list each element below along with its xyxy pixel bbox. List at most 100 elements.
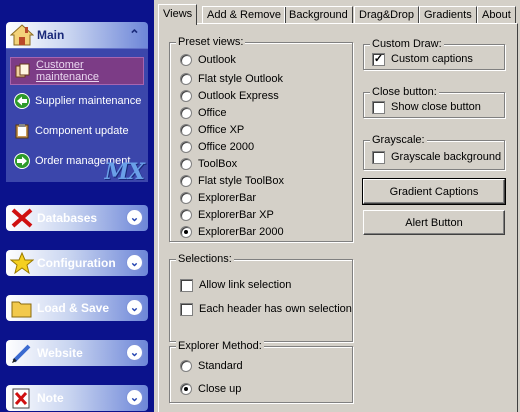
radio-explorerbar[interactable]: ExplorerBar bbox=[180, 191, 256, 205]
pen-icon bbox=[12, 344, 31, 363]
explorer-method-title: Explorer Method: bbox=[176, 340, 264, 353]
radio-close-up[interactable]: Close up bbox=[180, 382, 241, 396]
task-supplier-maintenance[interactable]: Supplier maintenance bbox=[10, 87, 144, 115]
checkbox-show-close-button[interactable]: Show close button bbox=[372, 100, 481, 114]
tab-background[interactable]: Background bbox=[284, 6, 353, 24]
panel-main-header[interactable]: Main ⌃ bbox=[6, 22, 148, 48]
radio-label: Outlook Express bbox=[198, 90, 279, 102]
checkbox-icon[interactable] bbox=[372, 100, 385, 114]
checkbox-custom-captions[interactable]: ✓ Custom captions bbox=[372, 52, 473, 66]
panel-website-header[interactable]: Website ⌄ bbox=[6, 340, 148, 366]
radio-flat-style-outlook[interactable]: Flat style Outlook bbox=[180, 72, 283, 86]
panel-note[interactable]: Note ⌄ bbox=[6, 385, 148, 411]
panel-load-save-title: Load & Save bbox=[37, 301, 110, 315]
radio-toolbox[interactable]: ToolBox bbox=[180, 157, 237, 171]
tab-add-remove[interactable]: Add & Remove bbox=[202, 6, 286, 24]
checkbox-label: Grayscale background bbox=[391, 151, 502, 163]
radio-label: ToolBox bbox=[198, 158, 238, 170]
alert-button[interactable]: Alert Button bbox=[363, 210, 505, 235]
panel-main-body: Customer maintenance Supplier maintenanc… bbox=[6, 48, 148, 185]
radio-office[interactable]: Office bbox=[180, 106, 227, 120]
radio-button-icon[interactable] bbox=[180, 141, 192, 153]
panel-load-save[interactable]: Load & Save ⌄ bbox=[6, 295, 148, 321]
panel-databases-header[interactable]: Databases ⌄ bbox=[6, 205, 148, 231]
checkbox-icon[interactable] bbox=[372, 150, 385, 164]
radio-button-selected-icon[interactable] bbox=[180, 383, 192, 395]
radio-button-icon[interactable] bbox=[180, 54, 192, 66]
folder-icon bbox=[11, 301, 32, 318]
radio-button-selected-icon[interactable] bbox=[180, 226, 192, 238]
radio-office-xp[interactable]: Office XP bbox=[180, 123, 244, 137]
panel-configuration-title: Configuration bbox=[37, 256, 116, 270]
close-button-title: Close button: bbox=[370, 86, 439, 99]
panel-main-title: Main bbox=[37, 28, 65, 42]
checkbox-each-header-own-selection[interactable]: Each header has own selection bbox=[180, 302, 352, 316]
checkbox-icon[interactable] bbox=[180, 278, 193, 292]
radio-button-icon[interactable] bbox=[180, 158, 192, 170]
panel-note-header[interactable]: Note ⌄ bbox=[6, 385, 148, 411]
radio-button-icon[interactable] bbox=[180, 124, 192, 136]
radio-button-icon[interactable] bbox=[180, 209, 192, 221]
custom-draw-group: Custom Draw: ✓ Custom captions bbox=[363, 38, 505, 70]
radio-explorerbar-xp[interactable]: ExplorerBar XP bbox=[180, 208, 274, 222]
chevron-down-icon[interactable]: ⌄ bbox=[126, 389, 143, 406]
radio-label: ExplorerBar bbox=[198, 192, 257, 204]
tab-gradients[interactable]: Gradients bbox=[419, 6, 477, 24]
green-arrow-right-icon bbox=[14, 153, 30, 169]
radio-label: Office XP bbox=[198, 124, 245, 136]
checkbox-icon[interactable] bbox=[180, 302, 193, 316]
task-label: Component update bbox=[35, 125, 129, 137]
explorer-sidebar: Main ⌃ Customer maintenance Supplier mai… bbox=[0, 0, 154, 412]
selections-group: Selections: Allow link selection Each he… bbox=[169, 253, 353, 342]
checkbox-grayscale-background[interactable]: Grayscale background bbox=[372, 150, 501, 164]
panel-website[interactable]: Website ⌄ bbox=[6, 340, 148, 366]
checkbox-label: Show close button bbox=[391, 101, 481, 113]
chevron-down-icon[interactable]: ⌄ bbox=[126, 344, 143, 361]
chevron-down-icon[interactable]: ⌄ bbox=[126, 299, 143, 316]
radio-button-icon[interactable] bbox=[180, 192, 192, 204]
task-label: Supplier maintenance bbox=[35, 95, 142, 107]
radio-office-2000[interactable]: Office 2000 bbox=[180, 140, 254, 154]
preset-views-group: Preset views: Outlook Flat style Outlook… bbox=[169, 36, 353, 242]
chevron-down-icon[interactable]: ⌄ bbox=[126, 209, 143, 226]
task-customer-maintenance[interactable]: Customer maintenance bbox=[10, 57, 144, 85]
red-x-icon bbox=[11, 208, 33, 228]
green-arrow-left-icon bbox=[14, 93, 30, 109]
radio-label: Office bbox=[198, 107, 227, 119]
radio-button-icon[interactable] bbox=[180, 73, 192, 85]
task-label: Customer maintenance bbox=[36, 59, 99, 83]
panel-configuration[interactable]: Configuration ⌄ bbox=[6, 250, 148, 276]
panel-website-title: Website bbox=[37, 346, 83, 360]
collapse-chevron-icon[interactable]: ⌃ bbox=[126, 26, 143, 43]
radio-standard[interactable]: Standard bbox=[180, 359, 243, 373]
tab-views[interactable]: Views bbox=[158, 4, 198, 25]
preset-views-title: Preset views: bbox=[176, 36, 246, 49]
panel-main: Main ⌃ Customer maintenance Supplier mai… bbox=[6, 22, 148, 185]
panel-configuration-header[interactable]: Configuration ⌄ bbox=[6, 250, 148, 276]
checkbox-allow-link-selection[interactable]: Allow link selection bbox=[180, 278, 291, 292]
task-component-update[interactable]: Component update bbox=[10, 117, 144, 145]
radio-outlook[interactable]: Outlook bbox=[180, 53, 236, 67]
note-x-icon bbox=[12, 388, 30, 409]
grayscale-group: Grayscale: Grayscale background bbox=[363, 134, 505, 170]
tab-page-views: Preset views: Outlook Flat style Outlook… bbox=[158, 23, 518, 412]
radio-outlook-express[interactable]: Outlook Express bbox=[180, 89, 279, 103]
radio-label: ExplorerBar XP bbox=[198, 209, 274, 221]
radio-explorerbar-2000[interactable]: ExplorerBar 2000 bbox=[180, 225, 284, 239]
tab-about[interactable]: About bbox=[477, 6, 516, 24]
gradient-captions-button[interactable]: Gradient Captions bbox=[362, 178, 506, 205]
radio-button-icon[interactable] bbox=[180, 90, 192, 102]
radio-button-icon[interactable] bbox=[180, 107, 192, 119]
panel-databases[interactable]: Databases ⌄ bbox=[6, 205, 148, 231]
radio-button-icon[interactable] bbox=[180, 175, 192, 187]
tab-drag-drop[interactable]: Drag&Drop bbox=[354, 6, 420, 24]
checkbox-label: Custom captions bbox=[391, 53, 473, 65]
checkbox-checked-icon[interactable]: ✓ bbox=[372, 52, 385, 66]
radio-flat-style-toolbox[interactable]: Flat style ToolBox bbox=[180, 174, 284, 188]
document-copy-icon bbox=[15, 63, 30, 78]
chevron-down-icon[interactable]: ⌄ bbox=[126, 254, 143, 271]
radio-button-icon[interactable] bbox=[180, 360, 192, 372]
panel-load-save-header[interactable]: Load & Save ⌄ bbox=[6, 295, 148, 321]
star-icon bbox=[10, 252, 34, 274]
mx-logo: MX bbox=[104, 159, 145, 185]
